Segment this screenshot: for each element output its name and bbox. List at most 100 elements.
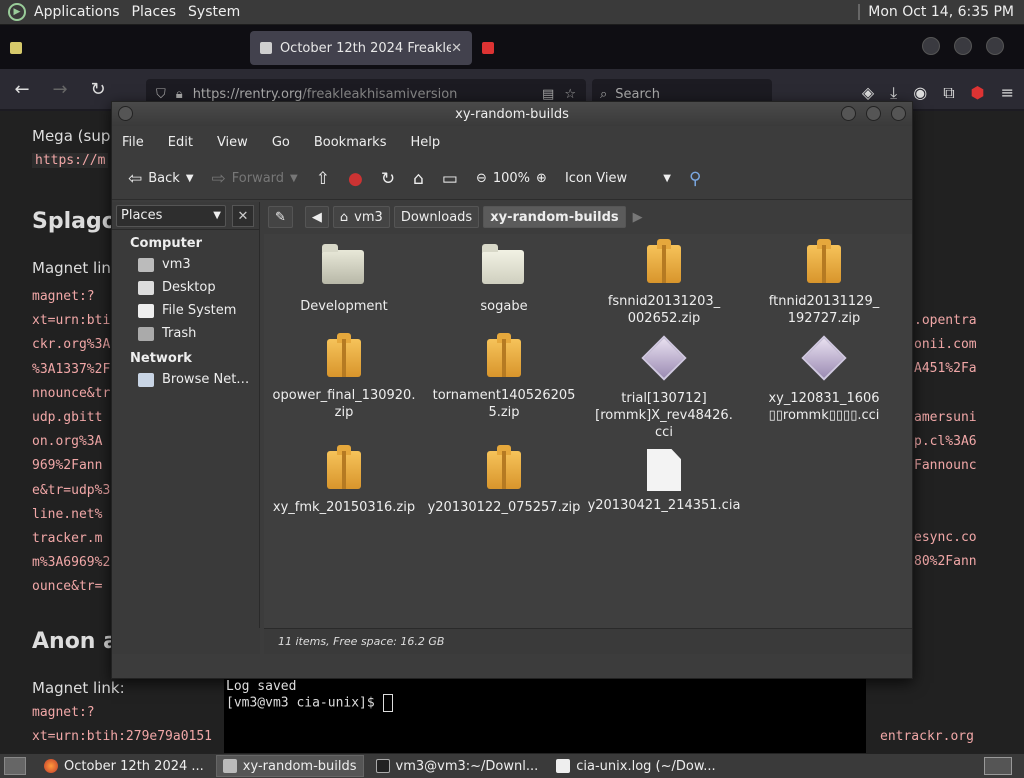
forward-arrow-icon[interactable]: → — [50, 79, 70, 100]
shield-icon[interactable]: ⛉ — [156, 87, 166, 102]
download-icon[interactable]: ⤓ — [890, 83, 897, 103]
file-item[interactable]: trial[130712] [rommk]X_rev48426. cci — [584, 335, 744, 441]
workspace-switcher[interactable] — [984, 757, 1012, 775]
reload-icon: ↻ — [380, 168, 396, 189]
zoom-out-icon[interactable]: ⊖ — [476, 171, 487, 186]
search-icon: ⌕ — [600, 86, 608, 102]
account-icon[interactable]: ◉ — [913, 83, 927, 103]
tab-active[interactable]: October 12th 2024 Freakleak ✕ — [250, 31, 472, 65]
home-button[interactable]: ⌂ — [407, 163, 430, 195]
sidebar-close-icon[interactable]: ✕ — [232, 204, 254, 227]
back-button[interactable]: ⇦ Back ▼ — [122, 163, 200, 195]
file-name: tornament140526205 5.zip — [432, 388, 576, 420]
terminal-window[interactable]: Log saved [vm3@vm3 cia-unix]$ — [224, 679, 866, 753]
zoom-control: ⊖ 100% ⊕ — [470, 163, 553, 195]
pocket-icon[interactable]: ◈ — [862, 83, 874, 103]
maximize-button[interactable] — [954, 37, 972, 55]
sidebar-item-browse-network[interactable]: Browse Net… — [112, 368, 259, 391]
close-button[interactable] — [986, 37, 1004, 55]
sidebar-item-label: Browse Net… — [162, 372, 250, 387]
sidebar-item-trash[interactable]: Trash — [112, 322, 259, 345]
path-segment-downloads[interactable]: Downloads — [393, 206, 480, 228]
search-button[interactable]: ⚲ — [683, 163, 707, 195]
search-icon: ⚲ — [688, 168, 702, 189]
file-item[interactable]: fsnnid20131203_ 002652.zip — [584, 239, 744, 327]
menu-go[interactable]: Go — [272, 135, 290, 150]
forward-dropdown-icon[interactable]: ▼ — [290, 173, 298, 184]
file-name: ftnnid20131129_ 192727.zip — [768, 294, 880, 326]
mega-link[interactable]: https://m — [32, 153, 109, 168]
path-label: vm3 — [354, 209, 383, 225]
file-item[interactable]: tornament140526205 5.zip — [424, 333, 584, 421]
reader-view-icon[interactable]: ▤ — [542, 87, 554, 102]
show-desktop-icon[interactable] — [4, 757, 26, 775]
sidebar-item-file-system[interactable]: File System — [112, 299, 259, 322]
path-segment-current[interactable]: xy-random-builds — [483, 206, 626, 228]
file-item[interactable]: Development — [264, 242, 424, 315]
menu-bookmarks[interactable]: Bookmarks — [314, 135, 387, 150]
task-text-editor[interactable]: cia-unix.log (~/Dow... — [550, 755, 721, 777]
view-mode-select[interactable]: Icon View ▼ — [559, 163, 677, 195]
reload-button[interactable]: ↻ — [375, 163, 401, 195]
computer-button[interactable]: ▭ — [436, 163, 464, 195]
distro-logo-icon[interactable]: ▶ — [8, 3, 26, 21]
applications-menu[interactable]: Applications — [28, 4, 126, 20]
up-button[interactable]: ⇧ — [310, 163, 336, 195]
sidebar-type-select[interactable]: Places ▼ — [116, 204, 226, 227]
system-menu[interactable]: System — [182, 4, 246, 20]
minimize-button[interactable] — [922, 37, 940, 55]
file-item[interactable]: y20130122_075257.zip — [424, 445, 584, 516]
menu-icon[interactable]: ≡ — [1001, 83, 1014, 103]
back-arrow-icon[interactable]: ← — [12, 79, 32, 100]
file-item[interactable]: ftnnid20131129_ 192727.zip — [744, 239, 904, 327]
path-scroll-left-icon[interactable]: ◀ — [304, 206, 329, 228]
view-mode-label: Icon View — [564, 171, 628, 186]
search-input[interactable]: Search — [615, 87, 660, 102]
network-icon — [138, 372, 154, 387]
path-scroll-right-icon[interactable]: ▶ — [630, 206, 646, 228]
task-label: xy-random-builds — [242, 758, 357, 774]
task-file-manager[interactable]: xy-random-builds — [215, 755, 364, 777]
menu-help[interactable]: Help — [410, 135, 440, 150]
file-item[interactable]: xy_120831_1606 ▯▯rommk▯▯▯▯.cci — [744, 335, 904, 424]
path-segment-vm3[interactable]: ⌂ vm3 — [332, 206, 390, 228]
zip-archive-icon — [487, 333, 521, 377]
menu-file[interactable]: File — [122, 135, 144, 150]
sidebar-item-desktop[interactable]: Desktop — [112, 276, 259, 299]
forward-button[interactable]: ⇨ Forward ▼ — [206, 163, 304, 195]
close-button[interactable] — [891, 106, 906, 121]
stop-button[interactable]: ● — [342, 163, 369, 195]
file-item[interactable]: xy_fmk_20150316.zip — [264, 445, 424, 516]
reload-icon[interactable]: ↻ — [88, 79, 108, 100]
ublock-icon[interactable]: ⬢ — [971, 83, 985, 103]
back-dropdown-icon[interactable]: ▼ — [186, 173, 194, 184]
clock[interactable]: Mon Oct 14, 6:35 PM — [868, 4, 1024, 20]
magnet-line: ckr.org%3A — [32, 337, 111, 353]
file-item[interactable]: y20130421_214351.cia — [584, 448, 744, 514]
stop-icon: ● — [348, 168, 363, 189]
sidebar-type-label: Places — [121, 208, 163, 223]
zoom-in-icon[interactable]: ⊕ — [536, 171, 547, 186]
magnet-line: .opentra — [914, 313, 977, 328]
menu-edit[interactable]: Edit — [168, 135, 193, 150]
close-tab-icon[interactable]: ✕ — [451, 41, 462, 56]
magnet-label-2: Magnet link: — [32, 679, 125, 697]
task-firefox[interactable]: October 12th 2024 ... — [38, 755, 210, 777]
tab-3[interactable] — [472, 31, 552, 65]
lock-icon[interactable]: 🔒︎ — [176, 87, 183, 102]
window-menu-button[interactable] — [118, 106, 133, 121]
extensions-icon[interactable]: ⧉ — [943, 83, 954, 103]
tab-1[interactable] — [0, 31, 250, 65]
file-item[interactable]: opower_final_130920. zip — [264, 333, 424, 421]
file-item[interactable]: sogabe — [424, 242, 584, 315]
maximize-button[interactable] — [866, 106, 881, 121]
minimize-button[interactable] — [841, 106, 856, 121]
fm-menubar: File Edit View Go Bookmarks Help — [112, 126, 912, 158]
menu-view[interactable]: View — [217, 135, 248, 150]
places-menu[interactable]: Places — [126, 4, 183, 20]
task-terminal[interactable]: vm3@vm3:~/Downl... — [370, 755, 545, 777]
bookmark-star-icon[interactable]: ☆ — [564, 87, 576, 102]
fm-titlebar[interactable]: xy-random-builds — [112, 102, 912, 126]
edit-location-icon[interactable]: ✎ — [268, 206, 293, 228]
sidebar-item-vm3[interactable]: vm3 — [112, 253, 259, 276]
